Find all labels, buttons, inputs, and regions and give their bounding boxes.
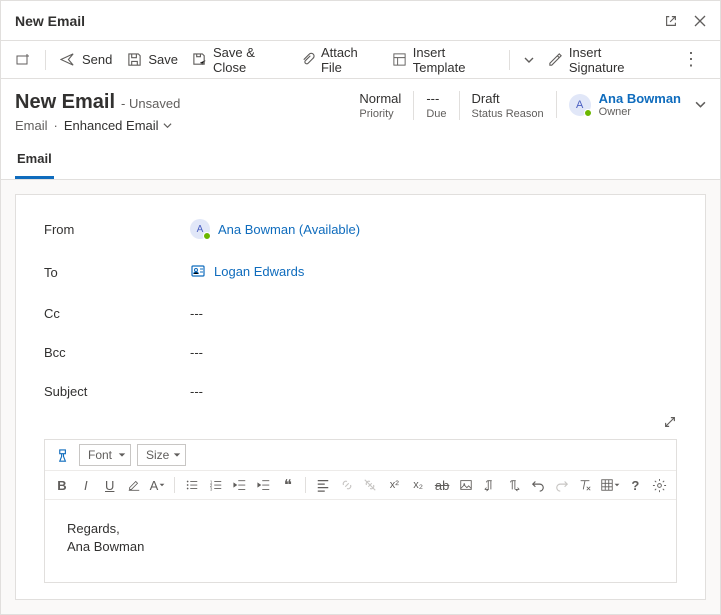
breadcrumb-entity: Email — [15, 118, 48, 133]
font-select[interactable]: Font — [79, 444, 131, 466]
subject-field[interactable]: --- — [190, 384, 677, 399]
insert-template-label: Insert Template — [413, 45, 495, 75]
new-record-button[interactable] — [15, 52, 31, 68]
form-selector[interactable]: Enhanced Email — [64, 118, 172, 133]
breadcrumb: Email · Enhanced Email — [15, 118, 180, 133]
indent-button[interactable] — [255, 475, 273, 495]
tab-email[interactable]: Email — [15, 145, 54, 179]
attach-button[interactable]: Attach File — [300, 45, 378, 75]
caret-down-icon — [118, 451, 126, 459]
save-close-icon — [192, 52, 207, 68]
send-label: Send — [82, 52, 112, 67]
attach-label: Attach File — [321, 45, 378, 75]
new-record-icon — [15, 52, 31, 68]
owner-role: Owner — [599, 106, 681, 118]
presence-indicator — [203, 232, 211, 240]
contact-icon — [190, 263, 206, 279]
cc-field[interactable]: --- — [190, 306, 677, 321]
svg-text:3: 3 — [210, 486, 213, 491]
expand-editor-icon[interactable] — [663, 415, 677, 429]
number-list-button[interactable]: 123 — [207, 475, 225, 495]
bcc-field[interactable]: --- — [190, 345, 677, 360]
to-person[interactable]: Logan Edwards — [190, 263, 304, 279]
editor-settings-button[interactable] — [650, 475, 668, 495]
save-icon — [126, 52, 142, 68]
page-title: New Email — [15, 91, 115, 114]
strikethrough-button[interactable]: ab — [433, 475, 451, 495]
accessibility-help-button[interactable]: ? — [626, 475, 644, 495]
save-label: Save — [148, 52, 178, 67]
meta-due: --- Due — [413, 91, 458, 120]
outdent-button[interactable] — [231, 475, 249, 495]
send-button[interactable]: Send — [60, 52, 112, 68]
subscript-button[interactable]: x₂ — [409, 475, 427, 495]
save-close-label: Save & Close — [213, 45, 286, 75]
blockquote-button[interactable]: ❝ — [279, 475, 297, 495]
toolbar-separator — [509, 50, 510, 70]
close-icon[interactable] — [694, 15, 706, 27]
bold-button[interactable]: B — [53, 475, 71, 495]
rich-text-editor: Font Size B I U A 123 ❝ — [44, 439, 677, 583]
unsaved-indicator: - Unsaved — [121, 96, 180, 111]
size-select[interactable]: Size — [137, 444, 186, 466]
overflow-menu[interactable]: ⋮ — [682, 49, 706, 70]
italic-button[interactable]: I — [77, 475, 95, 495]
undo-button[interactable] — [529, 475, 547, 495]
meta-priority: Normal Priority — [359, 91, 413, 120]
template-icon — [392, 52, 407, 68]
table-button[interactable] — [600, 475, 620, 495]
meta-status: Draft Status Reason — [459, 91, 556, 120]
save-button[interactable]: Save — [126, 52, 178, 68]
owner-name[interactable]: Ana Bowman — [599, 91, 681, 106]
caret-down-icon — [173, 451, 181, 459]
rtl-button[interactable] — [505, 475, 523, 495]
unlink-button[interactable] — [361, 475, 379, 495]
window-title: New Email — [15, 13, 85, 29]
insert-signature-button[interactable]: Insert Signature — [548, 45, 654, 75]
insert-signature-label: Insert Signature — [569, 45, 654, 75]
superscript-button[interactable]: x² — [385, 475, 403, 495]
to-label: To — [44, 265, 190, 280]
font-color-button[interactable]: A — [149, 475, 167, 495]
to-name: Logan Edwards — [214, 264, 304, 279]
redo-button[interactable] — [553, 475, 571, 495]
save-close-button[interactable]: Save & Close — [192, 45, 286, 75]
popout-icon[interactable] — [664, 14, 678, 28]
from-avatar: A — [190, 219, 210, 239]
align-left-button[interactable] — [314, 475, 332, 495]
highlight-button[interactable] — [125, 475, 143, 495]
from-label: From — [44, 222, 190, 237]
insert-template-button[interactable]: Insert Template — [392, 45, 495, 75]
owner-chevron-icon[interactable] — [695, 99, 706, 110]
send-icon — [60, 52, 76, 68]
bullet-list-button[interactable] — [183, 475, 201, 495]
paperclip-icon — [300, 52, 315, 68]
signature-icon — [548, 52, 563, 68]
underline-button[interactable]: U — [101, 475, 119, 495]
from-person[interactable]: A Ana Bowman (Available) — [190, 219, 360, 239]
cc-label: Cc — [44, 306, 190, 321]
toolbar-separator — [45, 50, 46, 70]
presence-indicator — [584, 109, 592, 117]
template-dropdown[interactable] — [524, 55, 534, 65]
email-body[interactable]: Regards, Ana Bowman — [45, 500, 676, 582]
link-button[interactable] — [338, 475, 356, 495]
format-painter-button[interactable] — [53, 445, 73, 465]
bcc-label: Bcc — [44, 345, 190, 360]
clear-format-button[interactable] — [576, 475, 594, 495]
ltr-button[interactable] — [481, 475, 499, 495]
subject-label: Subject — [44, 384, 190, 399]
from-name: Ana Bowman (Available) — [218, 222, 360, 237]
owner-avatar: A — [569, 94, 591, 116]
insert-image-button[interactable] — [457, 475, 475, 495]
